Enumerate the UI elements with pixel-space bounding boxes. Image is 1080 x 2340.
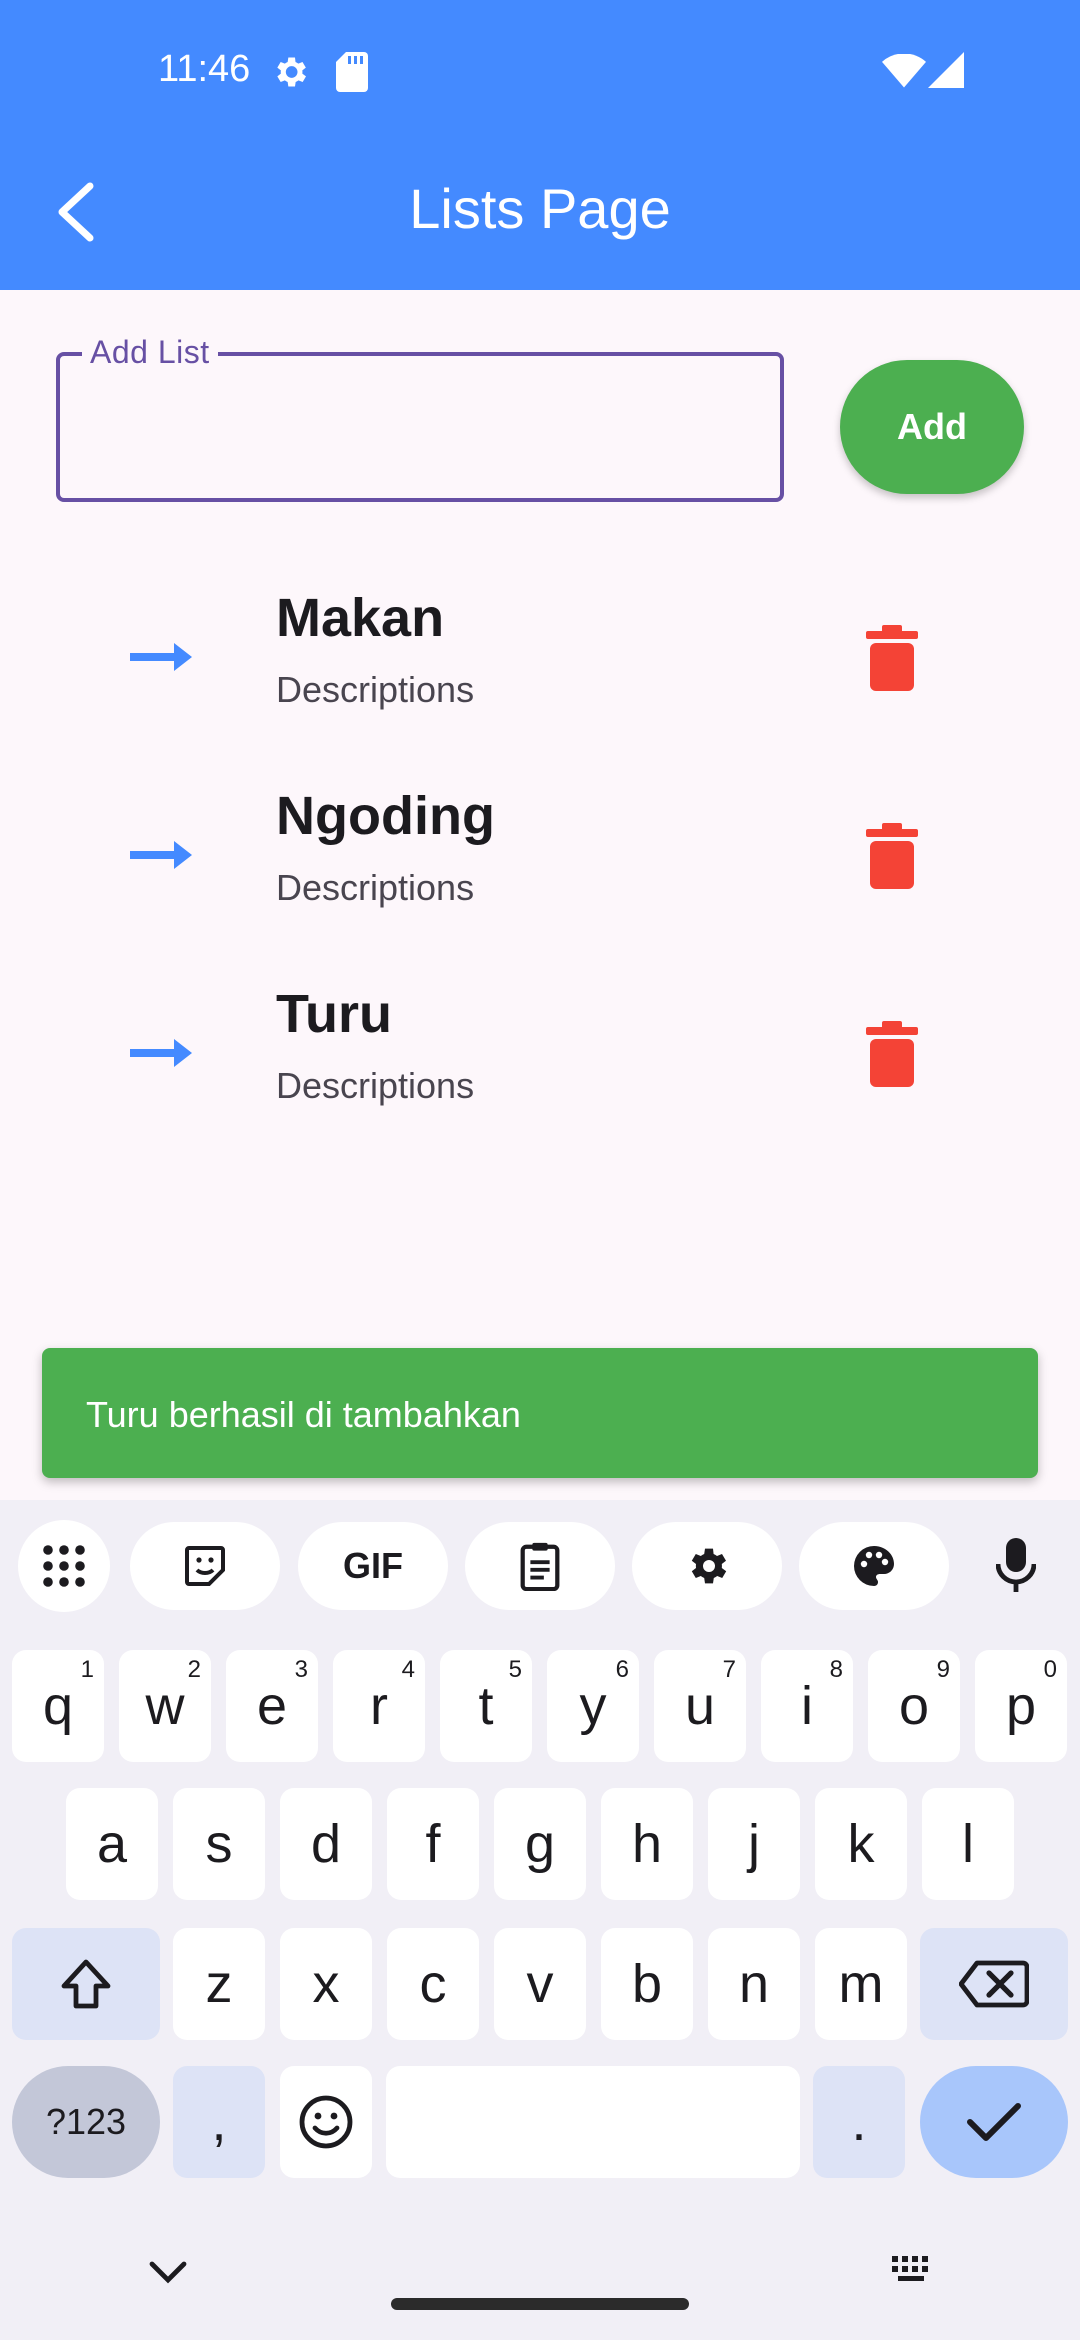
emoji-key[interactable]	[280, 2066, 372, 2178]
delete-icon[interactable]	[866, 625, 918, 691]
list-item-title: Turu	[276, 984, 392, 1044]
clipboard-icon	[520, 1542, 560, 1591]
comma-key[interactable]: ,	[173, 2066, 265, 2178]
emoji-icon	[299, 2095, 353, 2149]
arrow-right-icon	[130, 643, 192, 671]
list-item[interactable]: Ngoding Descriptions	[0, 763, 1080, 961]
key-e[interactable]: e3	[226, 1650, 318, 1762]
add-button[interactable]: Add	[840, 360, 1024, 494]
theme-button[interactable]	[799, 1522, 949, 1610]
page-title: Lists Page	[409, 177, 671, 240]
key-b[interactable]: b	[601, 1928, 693, 2040]
list-item-description: Descriptions	[276, 867, 475, 908]
voice-input-button[interactable]	[970, 1522, 1062, 1610]
wifi-icon	[882, 54, 926, 88]
key-c[interactable]: c	[387, 1928, 479, 2040]
list-item-title: Makan	[276, 588, 445, 648]
key-m[interactable]: m	[815, 1928, 907, 2040]
key-v[interactable]: v	[494, 1928, 586, 2040]
backspace-icon	[959, 1960, 1029, 2008]
microphone-icon	[996, 1538, 1036, 1592]
snackbar: Turu berhasil di tambahkan	[42, 1348, 1038, 1478]
sd-card-icon	[336, 52, 368, 92]
gif-label: GIF	[343, 1545, 403, 1586]
sticker-button[interactable]	[130, 1522, 280, 1610]
key-l[interactable]: l	[922, 1788, 1014, 1900]
key-w[interactable]: w2	[119, 1650, 211, 1762]
grid-icon	[43, 1545, 85, 1587]
key-t[interactable]: t5	[440, 1650, 532, 1762]
key-f[interactable]: f	[387, 1788, 479, 1900]
key-x[interactable]: x	[280, 1928, 372, 2040]
clipboard-button[interactable]	[465, 1522, 615, 1610]
key-d[interactable]: d	[280, 1788, 372, 1900]
key-r[interactable]: r4	[333, 1650, 425, 1762]
soft-keyboard: GIF q1 w2 e3 r4 t5 y6 u7 i8 o9 p 0 a s d…	[0, 1500, 1080, 2340]
key-q[interactable]: q1	[12, 1650, 104, 1762]
gif-button[interactable]: GIF	[298, 1522, 448, 1610]
backspace-key[interactable]	[920, 1928, 1068, 2040]
list-item-title: Ngoding	[276, 786, 495, 846]
key-h[interactable]: h	[601, 1788, 693, 1900]
key-a[interactable]: a	[66, 1788, 158, 1900]
home-indicator[interactable]	[391, 2298, 689, 2310]
add-list-input[interactable]	[60, 356, 780, 498]
shift-key[interactable]	[12, 1928, 160, 2040]
signal-icon	[928, 52, 964, 88]
list-item[interactable]: Makan Descriptions	[0, 565, 1080, 763]
arrow-right-icon	[130, 841, 192, 869]
keyboard-switch-icon[interactable]	[890, 2254, 936, 2288]
key-o[interactable]: o9	[868, 1650, 960, 1762]
settings-status-icon	[277, 57, 306, 87]
key-g[interactable]: g	[494, 1788, 586, 1900]
symbols-key[interactable]: ?123	[12, 2066, 160, 2178]
key-z[interactable]: z	[173, 1928, 265, 2040]
palette-icon	[854, 1546, 894, 1586]
arrow-right-icon	[130, 1039, 192, 1067]
key-j[interactable]: j	[708, 1788, 800, 1900]
sticker-icon	[185, 1546, 225, 1586]
gear-icon	[691, 1548, 727, 1584]
app-bar: 11:46 Lists Page	[0, 0, 1080, 290]
chevron-down-icon[interactable]	[148, 2260, 188, 2284]
space-key[interactable]	[386, 2066, 800, 2178]
list-item[interactable]: Turu Descriptions	[0, 961, 1080, 1159]
list-item-description: Descriptions	[276, 669, 475, 710]
key-k[interactable]: k	[815, 1788, 907, 1900]
key-i[interactable]: i8	[761, 1650, 853, 1762]
delete-icon[interactable]	[866, 1021, 918, 1087]
checkmark-icon	[967, 2103, 1021, 2141]
period-key[interactable]: .	[813, 2066, 905, 2178]
key-p[interactable]: p0	[975, 1650, 1067, 1762]
list-item-description: Descriptions	[276, 1065, 475, 1106]
key-u[interactable]: u7	[654, 1650, 746, 1762]
status-time: 11:46	[158, 48, 251, 90]
shift-icon	[61, 1959, 111, 2009]
key-s[interactable]: s	[173, 1788, 265, 1900]
add-list-field[interactable]: Add List	[56, 334, 784, 502]
keyboard-settings-button[interactable]	[632, 1522, 782, 1610]
status-bar: 11:46	[0, 0, 1080, 140]
delete-icon[interactable]	[866, 823, 918, 889]
enter-key[interactable]	[920, 2066, 1068, 2178]
key-n[interactable]: n	[708, 1928, 800, 2040]
snackbar-message: Turu berhasil di tambahkan	[86, 1394, 521, 1435]
keyboard-apps-button[interactable]	[18, 1520, 110, 1612]
key-y[interactable]: y6	[547, 1650, 639, 1762]
